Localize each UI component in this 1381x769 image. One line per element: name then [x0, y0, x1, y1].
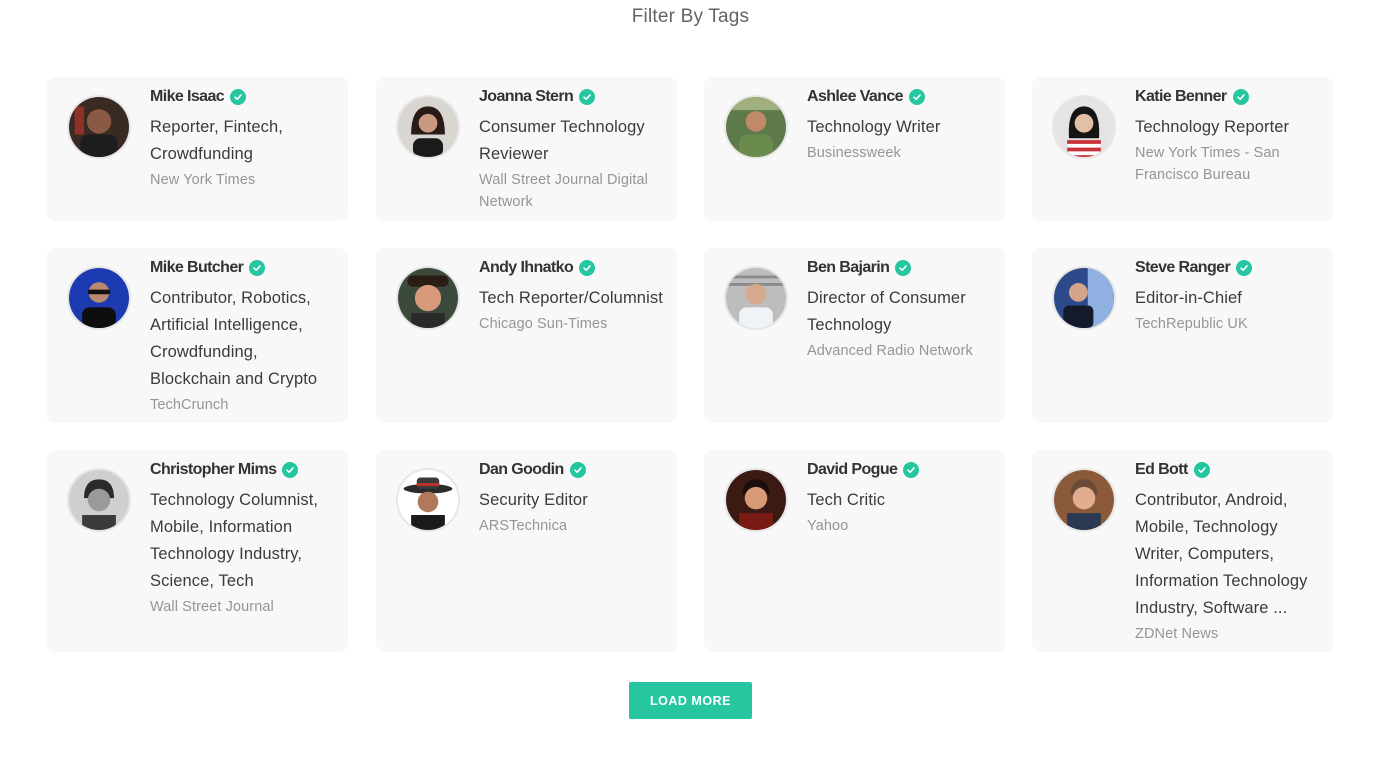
- avatar: [724, 266, 788, 330]
- check-circle-icon: [282, 462, 299, 478]
- journalist-outlet: TechCrunch: [150, 397, 229, 413]
- journalist-outlet: ZDNet News: [1135, 626, 1219, 642]
- journalist-role: Technology Writer: [807, 118, 941, 136]
- avatar: [1052, 468, 1116, 532]
- check-circle-icon: [895, 260, 912, 276]
- avatar: [1052, 95, 1116, 159]
- journalist-card[interactable]: Katie Benner Technology Reporter New Yor…: [1032, 77, 1333, 221]
- journalist-name[interactable]: Ed Bott: [1135, 461, 1188, 479]
- journalist-role: Security Editor: [479, 491, 588, 509]
- check-circle-icon: [1193, 462, 1210, 478]
- journalist-name[interactable]: Ashlee Vance: [807, 88, 904, 106]
- journalist-name[interactable]: Mike Butcher: [150, 259, 244, 277]
- journalist-outlet: New York Times: [150, 172, 256, 188]
- check-circle-icon: [1236, 260, 1253, 276]
- journalist-role: Consumer Technology Reviewer: [479, 118, 645, 163]
- journalist-outlet: Yahoo: [807, 518, 849, 534]
- check-circle-icon: [569, 462, 586, 478]
- avatar: [67, 95, 131, 159]
- check-circle-icon: [579, 260, 596, 276]
- journalist-outlet: Wall Street Journal: [150, 599, 274, 615]
- journalist-card[interactable]: Mike Isaac Reporter, Fintech, Crowdfundi…: [47, 77, 348, 221]
- check-circle-icon: [903, 462, 920, 478]
- journalist-name[interactable]: Christopher Mims: [150, 461, 277, 479]
- journalist-card[interactable]: Steve Ranger Editor-in-Chief TechRepubli…: [1032, 248, 1333, 423]
- journalist-card[interactable]: Ed Bott Contributor, Android, Mobile, Te…: [1032, 450, 1333, 652]
- journalist-card[interactable]: Andy Ihnatko Tech Reporter/Columnist Chi…: [376, 248, 677, 423]
- journalist-role: Reporter, Fintech, Crowdfunding: [150, 118, 283, 163]
- journalist-card[interactable]: Mike Butcher Contributor, Robotics, Arti…: [47, 248, 348, 423]
- journalist-outlet: New York Times - San Francisco Bureau: [1135, 145, 1280, 183]
- check-circle-icon: [249, 260, 266, 276]
- load-more-button[interactable]: LOAD MORE: [629, 682, 752, 719]
- avatar: [67, 468, 131, 532]
- check-circle-icon: [1232, 89, 1249, 105]
- journalist-role: Technology Columnist, Mobile, Informatio…: [150, 491, 319, 590]
- avatar: [1052, 266, 1116, 330]
- journalist-card[interactable]: Dan Goodin Security Editor ARSTechnica: [376, 450, 677, 652]
- journalist-role: Contributor, Robotics, Artificial Intell…: [150, 289, 318, 388]
- journalist-role: Editor-in-Chief: [1135, 289, 1242, 307]
- avatar: [724, 95, 788, 159]
- journalist-outlet: Businessweek: [807, 145, 901, 161]
- journalist-card[interactable]: Ashlee Vance Technology Writer Businessw…: [704, 77, 1005, 221]
- journalist-outlet: Advanced Radio Network: [807, 343, 973, 359]
- avatar: [67, 266, 131, 330]
- journalist-card[interactable]: David Pogue Tech Critic Yahoo: [704, 450, 1005, 652]
- journalist-card[interactable]: Christopher Mims Technology Columnist, M…: [47, 450, 348, 652]
- journalist-name[interactable]: Joanna Stern: [479, 88, 574, 106]
- journalist-outlet: Chicago Sun-Times: [479, 316, 608, 332]
- check-circle-icon: [908, 89, 925, 105]
- journalist-role: Tech Reporter/Columnist: [479, 289, 663, 307]
- journalist-role: Director of Consumer Technology: [807, 289, 966, 334]
- journalist-role: Tech Critic: [807, 491, 886, 509]
- avatar: [396, 95, 460, 159]
- journalist-role: Contributor, Android, Mobile, Technology…: [1135, 491, 1308, 617]
- journalist-name[interactable]: Dan Goodin: [479, 461, 564, 479]
- filter-by-tags-heading: Filter By Tags: [631, 6, 750, 27]
- journalist-role: Technology Reporter: [1135, 118, 1290, 136]
- avatar: [724, 468, 788, 532]
- avatar: [396, 468, 460, 532]
- journalist-name[interactable]: David Pogue: [807, 461, 898, 479]
- journalist-outlet: TechRepublic UK: [1135, 316, 1248, 332]
- journalist-outlet: Wall Street Journal Digital Network: [479, 172, 648, 210]
- journalist-name[interactable]: Mike Isaac: [150, 88, 225, 106]
- check-circle-icon: [230, 89, 247, 105]
- check-circle-icon: [579, 89, 596, 105]
- journalist-card[interactable]: Ben Bajarin Director of Consumer Technol…: [704, 248, 1005, 423]
- journalist-outlet: ARSTechnica: [479, 518, 568, 534]
- journalist-name[interactable]: Ben Bajarin: [807, 259, 890, 277]
- journalist-name[interactable]: Steve Ranger: [1135, 259, 1231, 277]
- avatar: [396, 266, 460, 330]
- journalist-name[interactable]: Katie Benner: [1135, 88, 1227, 106]
- journalist-card[interactable]: Joanna Stern Consumer Technology Reviewe…: [376, 77, 677, 221]
- journalist-name[interactable]: Andy Ihnatko: [479, 259, 574, 277]
